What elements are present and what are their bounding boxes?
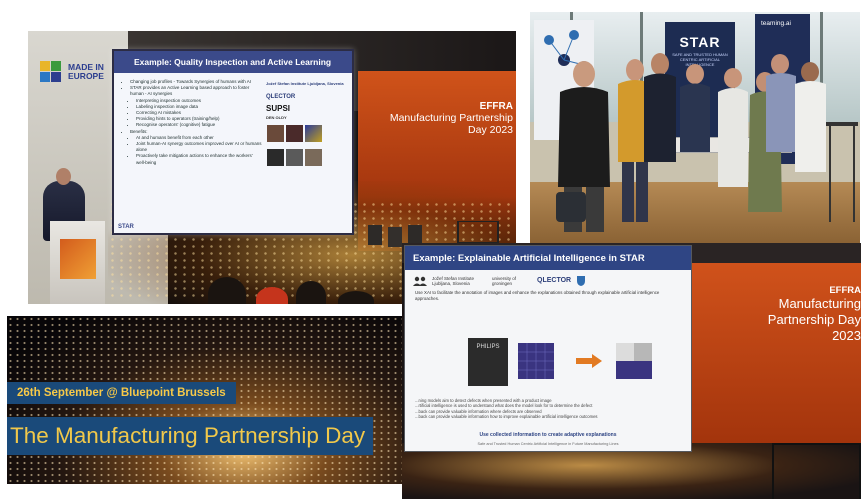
event-org: EFFRA (829, 285, 861, 296)
inspection-image-thumb (286, 149, 303, 166)
stage-event-title: EFFRA Manufacturing Partnership Day 2023 (373, 101, 513, 136)
slide-title: Example: Explainable Artificial Intellig… (405, 246, 691, 270)
arrow-right-icon (576, 354, 602, 368)
product-image: PHILIPS (468, 338, 508, 386)
photo-group-team: STAR SAFE AND TRUSTED HUMAN CENTRIC ARTI… (530, 12, 860, 244)
slide-intro: Use XAI to facilitate the annotation of … (415, 290, 660, 301)
partner-logo-denoldy: DEN OLDY (266, 115, 287, 120)
inspection-image-thumb (267, 149, 284, 166)
philips-shield-icon (577, 276, 586, 286)
slide-bullet: Proactively take mitigation actions to e… (136, 153, 262, 165)
audience-heads (198, 271, 378, 304)
event-date-location: 26th September @ Bluepoint Brussels (7, 382, 236, 404)
partner-logo-groningen: university of groningen (492, 275, 517, 286)
event-name: Manufacturing Partnership Day 2023 (767, 296, 861, 343)
slide-partner-logos: Jožef Stefan Institute Ljubljana, Sloven… (405, 270, 691, 288)
people-icon (413, 276, 427, 286)
event-title-banner: The Manufacturing Partnership Day (7, 417, 374, 455)
made-in-europe-icon (40, 61, 62, 83)
group-people (556, 53, 858, 232)
partner-logo-qlector: QLECTOR (266, 94, 296, 100)
slide-star-tag: STAR (118, 224, 134, 230)
event-name: Manufacturing Partnership Day 2023 (389, 112, 513, 136)
inspection-image-thumb (305, 149, 322, 166)
slide-citation: Safe and Trusted Human Centric Artificia… (477, 442, 619, 446)
partner-logo-jsi: Jožef Stefan Institute Ljubljana, Sloven… (266, 81, 344, 86)
podium (50, 221, 105, 304)
slide-bullet: ...back can provide valuable information… (415, 413, 598, 419)
stage-event-title: EFFRA Manufacturing Partnership Day 2023 (742, 285, 861, 344)
slide-partner-logos: Jožef Stefan Institute Ljubljana, Sloven… (266, 81, 346, 172)
partner-logo-supsi: SUPSI (266, 104, 291, 113)
slide-bullets: ...ning models aim to detect defects whe… (415, 398, 675, 419)
projected-slide-xai: Example: Explainable Artificial Intellig… (404, 245, 692, 452)
photo-event-banner: 26th September @ Bluepoint Brussels The … (7, 316, 438, 484)
event-org: EFFRA (479, 101, 513, 112)
made-in-europe-logo: MADE IN EUROPE (40, 61, 120, 83)
slide-title: Example: Quality Inspection and Active L… (114, 51, 352, 73)
slide-bullet: Joint human-AI synergy outcomes improved… (136, 141, 262, 153)
heatmap-image (518, 343, 554, 379)
explanation-image (616, 343, 652, 379)
photo-xai-slide: Example: Explainable Artificial Intellig… (402, 243, 861, 499)
inspection-image-thumb (305, 125, 322, 142)
inspection-image-thumb (286, 125, 303, 142)
projected-slide-quality-inspection: Example: Quality Inspection and Active L… (112, 49, 354, 235)
xai-example-images: PHILIPS (468, 338, 668, 393)
slide-use-line: Use collected information to create adap… (479, 432, 617, 438)
partner-logo-qlector: QLECTOR (537, 277, 572, 284)
standing-table (772, 443, 861, 499)
slide-bullet: STAR provides an Active Learning based a… (130, 85, 262, 97)
partner-logo-jsi: Jožef Stefan Institute Ljubljana, Sloven… (432, 275, 475, 286)
inspection-image-thumb (267, 125, 284, 142)
product-label: PHILIPS (476, 344, 500, 350)
